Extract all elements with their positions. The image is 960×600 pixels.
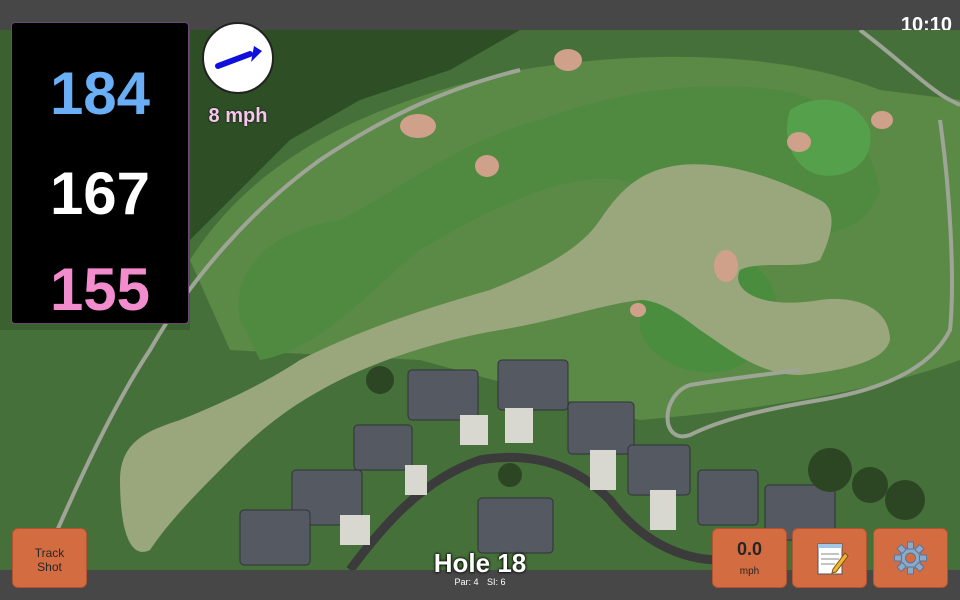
speed-value: 0.0 <box>736 539 763 559</box>
front-distance: 155 <box>49 256 151 323</box>
wind-indicator <box>202 22 274 94</box>
middle-distance: 167 <box>49 160 151 227</box>
notes-button[interactable] <box>792 528 867 588</box>
hole-par: Par: 4 <box>454 577 479 587</box>
speed-unit: mph <box>739 566 760 577</box>
notepad-icon <box>817 543 849 575</box>
track-shot-label-line2: Shot <box>37 560 62 574</box>
hole-title: Hole 18 <box>433 548 527 578</box>
back-distance: 184 <box>49 60 151 127</box>
wind-speed: 8 mph <box>208 105 268 127</box>
hole-stroke-index: SI: 6 <box>487 577 506 587</box>
track-shot-label-line1: Track <box>34 546 65 560</box>
gear-icon <box>894 541 927 575</box>
speed-button[interactable]: 0.0 mph <box>712 528 787 588</box>
distance-panel: 184 167 155 <box>11 22 189 324</box>
settings-button[interactable] <box>873 528 948 588</box>
arrow-up-right-icon <box>215 46 262 69</box>
track-shot-button[interactable]: Track Shot <box>12 528 87 588</box>
hole-info: Par: 4 SI: 6 <box>380 577 580 588</box>
